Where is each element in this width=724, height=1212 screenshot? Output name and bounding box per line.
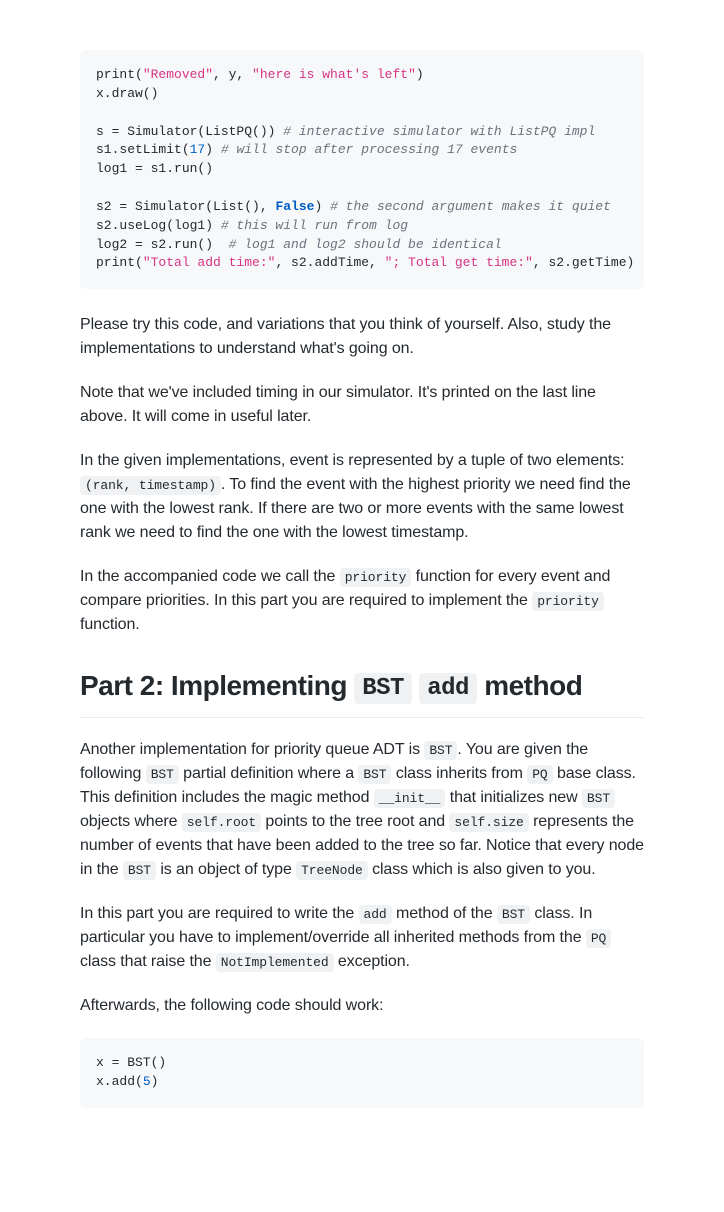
inline-code-priority: priority <box>532 592 604 611</box>
code-block-bst-example: x = BST() x.add(5) <box>80 1038 644 1108</box>
code-text: s = Simulator(ListPQ()) <box>96 124 283 139</box>
inline-code-bst: BST <box>497 905 530 924</box>
code-block-simulator: print("Removed", y, "here is what's left… <box>80 50 644 289</box>
code-comment: # log1 and log2 should be identical <box>229 237 502 252</box>
paragraph-bst-intro: Another implementation for priority queu… <box>80 738 644 882</box>
code-text: print( <box>96 67 143 82</box>
inline-code-priority: priority <box>340 568 412 587</box>
paragraph-timing-note: Note that we've included timing in our s… <box>80 381 644 429</box>
heading-part-2: Part 2: Implementing BST add method <box>80 665 644 718</box>
code-text: x = BST() <box>96 1055 166 1070</box>
code-comment: # the second argument makes it quiet <box>330 199 611 214</box>
code-text: s1.setLimit( <box>96 142 190 157</box>
inline-code-treenode: TreeNode <box>296 861 368 880</box>
code-number: 5 <box>143 1074 151 1089</box>
code-string: "Total add time:" <box>143 255 276 270</box>
inline-code-notimplemented: NotImplemented <box>216 953 334 972</box>
inline-code-self-root: self.root <box>182 813 261 832</box>
code-text: , y, <box>213 67 252 82</box>
code-text: s2 = Simulator(List(), <box>96 199 275 214</box>
inline-code-bst: BST <box>123 861 156 880</box>
inline-code-self-size: self.size <box>449 813 528 832</box>
paragraph-afterwards: Afterwards, the following code should wo… <box>80 994 644 1018</box>
code-comment: # this will run from log <box>221 218 408 233</box>
inline-code-add: add <box>419 673 477 704</box>
inline-code-bst: BST <box>582 789 615 808</box>
code-comment: # interactive simulator with ListPQ impl <box>283 124 595 139</box>
paragraph-priority-fn: In the accompanied code we call the prio… <box>80 565 644 637</box>
code-text: log2 = s2.run() <box>96 237 229 252</box>
inline-code-bst: BST <box>358 765 391 784</box>
code-text: ) <box>205 142 221 157</box>
code-text: x.draw() <box>96 86 158 101</box>
inline-code-pq: PQ <box>527 765 552 784</box>
code-text: , s2.addTime, <box>275 255 384 270</box>
code-string: "here is what's left" <box>252 67 416 82</box>
code-text: ) <box>314 199 330 214</box>
inline-code-bst: BST <box>424 741 457 760</box>
code-text: x.add( <box>96 1074 143 1089</box>
inline-code-pq: PQ <box>586 929 611 948</box>
code-text: print( <box>96 255 143 270</box>
code-comment: # will stop after processing 17 events <box>221 142 517 157</box>
inline-code-bst: BST <box>354 673 412 704</box>
inline-code-add: add <box>359 905 392 924</box>
code-keyword: False <box>275 199 314 214</box>
paragraph-try-code: Please try this code, and variations tha… <box>80 313 644 361</box>
code-number: 17 <box>190 142 206 157</box>
inline-code-bst: BST <box>146 765 179 784</box>
inline-code-init: __init__ <box>374 789 446 808</box>
inline-code-rank-timestamp: (rank, timestamp) <box>80 476 221 495</box>
code-string: "; Total get time:" <box>385 255 533 270</box>
code-text: log1 = s1.run() <box>96 161 213 176</box>
code-text: ) <box>416 67 424 82</box>
code-text: s2.useLog(log1) <box>96 218 221 233</box>
code-text: , s2.getTime) <box>533 255 634 270</box>
paragraph-write-add: In this part you are required to write t… <box>80 902 644 974</box>
code-string: "Removed" <box>143 67 213 82</box>
paragraph-event-tuple: In the given implementations, event is r… <box>80 449 644 545</box>
code-text: ) <box>151 1074 159 1089</box>
